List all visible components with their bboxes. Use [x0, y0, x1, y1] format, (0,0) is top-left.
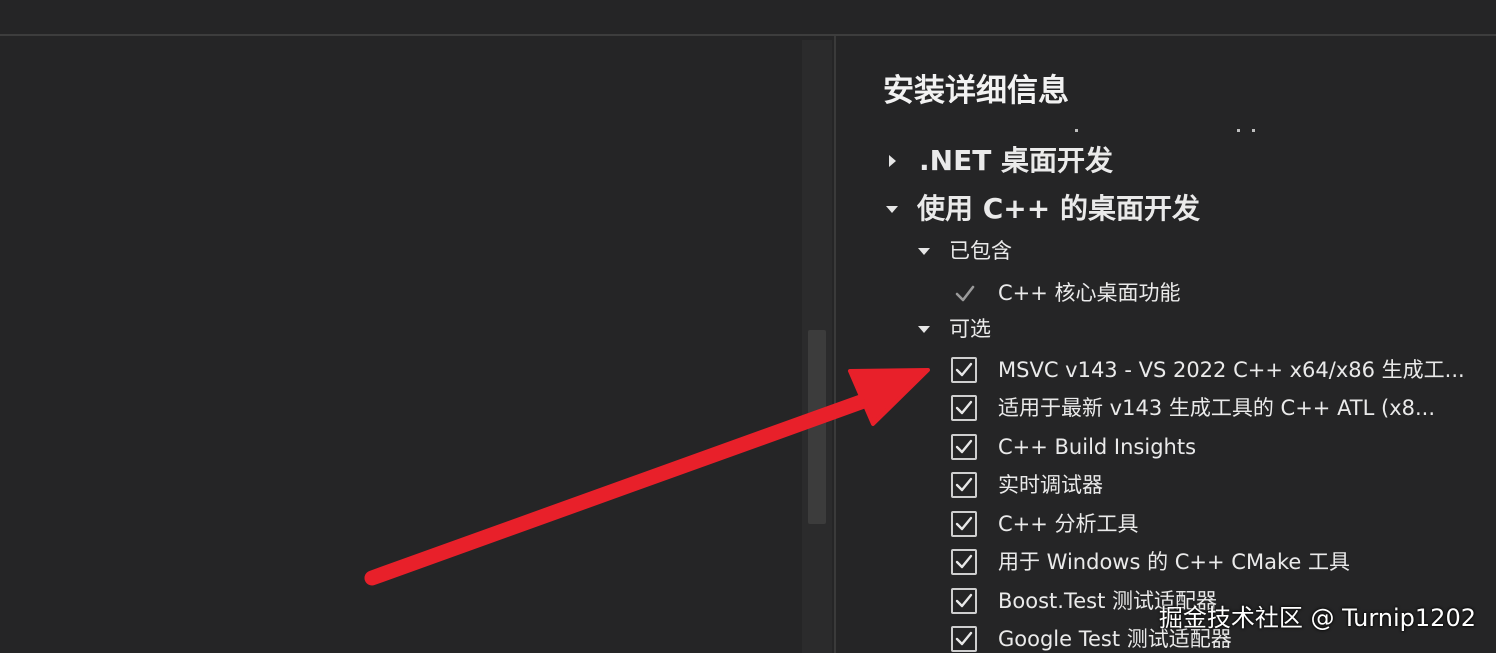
installation-details-pane: 安装详细信息 .NET 桌面开发 使用 C++ 的桌面开发 已包含 C++ 核心… [836, 36, 1496, 653]
scrollbar-thumb[interactable] [808, 330, 826, 524]
component-item[interactable]: 实时调试器 [951, 470, 1103, 500]
checkmark-icon [955, 285, 975, 302]
component-item-included: C++ 核心桌面功能 [954, 278, 1181, 308]
checkmark-icon [955, 631, 973, 646]
collapse-arrow-icon[interactable] [918, 247, 930, 255]
component-item[interactable]: C++ Build Insights [951, 432, 1196, 462]
checkmark-icon [955, 554, 973, 569]
workload-dotnet-desktop[interactable]: .NET 桌面开发 [889, 141, 1113, 181]
group-label: 已包含 [949, 239, 1012, 263]
component-label: C++ 分析工具 [998, 512, 1139, 536]
component-label: 适用于最新 v143 生成工具的 C++ ATL (x8... [998, 396, 1436, 420]
workload-list-pane [0, 36, 800, 653]
checkbox[interactable] [951, 626, 977, 652]
checkbox[interactable] [951, 395, 977, 421]
workload-label: 使用 C++ 的桌面开发 [917, 192, 1200, 225]
group-included[interactable]: 已包含 [918, 236, 1012, 266]
checkbox[interactable] [951, 357, 977, 383]
checkmark-icon [955, 439, 973, 454]
component-item[interactable]: 用于 Windows 的 C++ CMake 工具 [951, 547, 1350, 577]
collapse-arrow-icon[interactable] [918, 325, 930, 333]
clipped-text-remnant [1075, 129, 1255, 133]
checkbox[interactable] [951, 434, 977, 460]
group-optional[interactable]: 可选 [918, 314, 991, 344]
component-label: MSVC v143 - VS 2022 C++ x64/x86 生成工... [998, 358, 1465, 382]
top-bar [0, 0, 1496, 36]
component-label: C++ Build Insights [998, 435, 1197, 459]
workload-cpp-desktop[interactable]: 使用 C++ 的桌面开发 [886, 189, 1200, 229]
checkbox[interactable] [951, 472, 977, 498]
component-label: 实时调试器 [998, 473, 1103, 497]
group-label: 可选 [949, 317, 991, 341]
checkbox[interactable] [951, 588, 977, 614]
component-label: C++ 核心桌面功能 [998, 281, 1181, 305]
checkmark-icon [955, 516, 973, 531]
checkmark-icon [955, 362, 973, 377]
component-item[interactable]: C++ 分析工具 [951, 509, 1139, 539]
checkmark-icon [955, 400, 973, 415]
checkmark-icon [955, 593, 973, 608]
expand-arrow-icon[interactable] [889, 155, 896, 167]
workload-label: .NET 桌面开发 [919, 144, 1114, 177]
checkbox[interactable] [951, 549, 977, 575]
checkbox[interactable] [951, 511, 977, 537]
collapse-arrow-icon[interactable] [886, 205, 898, 213]
watermark: 掘金技术社区 @ Turnip1202 [1158, 604, 1476, 632]
component-item[interactable]: MSVC v143 - VS 2022 C++ x64/x86 生成工... [951, 355, 1465, 385]
page-title: 安装详细信息 [883, 73, 1069, 109]
component-item[interactable]: 适用于最新 v143 生成工具的 C++ ATL (x8... [951, 393, 1435, 423]
installer-window: 安装详细信息 .NET 桌面开发 使用 C++ 的桌面开发 已包含 C++ 核心… [0, 0, 1496, 653]
component-label: 用于 Windows 的 C++ CMake 工具 [998, 550, 1350, 574]
checkmark-icon [955, 477, 973, 492]
